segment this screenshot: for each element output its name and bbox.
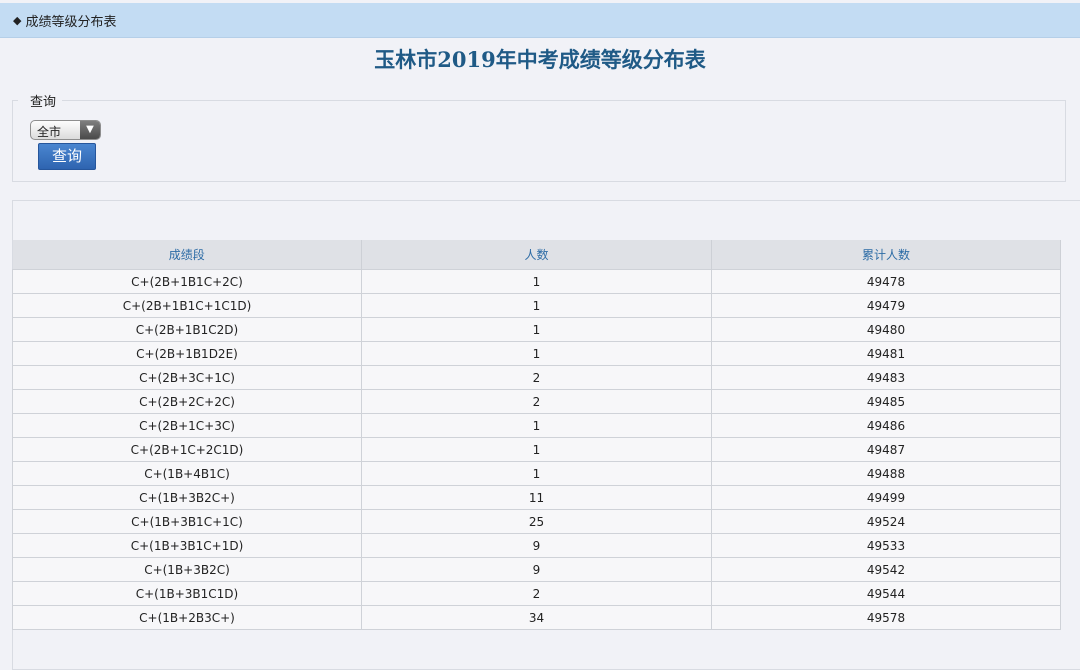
cell-count: 1 <box>361 437 712 462</box>
region-select[interactable]: 全市 ▼ <box>30 120 101 140</box>
cell-score-band: C+(2B+1B1C+1C1D) <box>12 293 362 318</box>
cell-count: 1 <box>361 461 712 486</box>
query-legend: 查询 <box>18 91 63 110</box>
cell-count: 9 <box>361 557 712 582</box>
cell-score-band: C+(2B+2C+2C) <box>12 389 362 414</box>
cell-count: 11 <box>361 485 712 510</box>
table-row: C+(2B+2C+2C) 2 49485 <box>12 389 1061 414</box>
table-row: C+(2B+1B1C+1C1D) 1 49479 <box>12 293 1061 318</box>
cell-score-band: C+(2B+3C+1C) <box>12 365 362 390</box>
chevron-down-icon[interactable]: ▼ <box>80 121 100 139</box>
cell-score-band: C+(1B+3B2C+) <box>12 485 362 510</box>
table-row: C+(1B+2B3C+) 34 49578 <box>12 605 1061 630</box>
cell-count: 9 <box>361 533 712 558</box>
cell-cumulative: 49544 <box>711 581 1061 606</box>
cell-count: 1 <box>361 341 712 366</box>
cell-score-band: C+(2B+1C+3C) <box>12 413 362 438</box>
column-header-score-band[interactable]: 成绩段 <box>12 240 362 270</box>
cell-count: 2 <box>361 389 712 414</box>
cell-cumulative: 49486 <box>711 413 1061 438</box>
cell-count: 34 <box>361 605 712 630</box>
cell-cumulative: 49488 <box>711 461 1061 486</box>
cell-cumulative: 49578 <box>711 605 1061 630</box>
column-header-cumulative[interactable]: 累计人数 <box>711 240 1061 270</box>
cell-score-band: C+(1B+2B3C+) <box>12 605 362 630</box>
cell-score-band: C+(1B+4B1C) <box>12 461 362 486</box>
cell-cumulative: 49487 <box>711 437 1061 462</box>
cell-count: 1 <box>361 269 712 294</box>
cell-cumulative: 49542 <box>711 557 1061 582</box>
cell-cumulative: 49533 <box>711 533 1061 558</box>
table-row: C+(2B+1B1C2D) 1 49480 <box>12 317 1061 342</box>
diamond-bullet-icon: ◆ <box>13 13 22 27</box>
table-row: C+(1B+3B2C+) 11 49499 <box>12 485 1061 510</box>
cell-score-band: C+(2B+1B1C+2C) <box>12 269 362 294</box>
table-row: C+(2B+1C+3C) 1 49486 <box>12 413 1061 438</box>
page-title: 玉林市2019年中考成绩等级分布表 <box>374 47 706 72</box>
cell-count: 25 <box>361 509 712 534</box>
breadcrumb: 成绩等级分布表 <box>25 14 117 30</box>
cell-cumulative: 49485 <box>711 389 1061 414</box>
table-row: C+(2B+1B1C+2C) 1 49478 <box>12 269 1061 294</box>
cell-score-band: C+(1B+3B2C) <box>12 557 362 582</box>
cell-cumulative: 49480 <box>711 317 1061 342</box>
table-row: C+(2B+3C+1C) 2 49483 <box>12 365 1061 390</box>
cell-score-band: C+(2B+1B1D2E) <box>12 341 362 366</box>
query-button[interactable]: 查询 <box>38 143 96 170</box>
cell-score-band: C+(2B+1B1C2D) <box>12 317 362 342</box>
cell-count: 1 <box>361 317 712 342</box>
table-row: C+(1B+3B1C+1C) 25 49524 <box>12 509 1061 534</box>
cell-count: 2 <box>361 365 712 390</box>
cell-cumulative: 49499 <box>711 485 1061 510</box>
cell-score-band: C+(1B+3B1C1D) <box>12 581 362 606</box>
cell-count: 1 <box>361 413 712 438</box>
table-row: C+(1B+4B1C) 1 49488 <box>12 461 1061 486</box>
grade-distribution-table: 成绩段 人数 累计人数 C+(2B+1B1C+2C) 1 49478 C+(2B+1B… <box>12 240 1061 630</box>
cell-score-band: C+(2B+1C+2C1D) <box>12 437 362 462</box>
column-header-count[interactable]: 人数 <box>361 240 712 270</box>
cell-cumulative: 49524 <box>711 509 1061 534</box>
cell-count: 1 <box>361 293 712 318</box>
cell-score-band: C+(1B+3B1C+1C) <box>12 509 362 534</box>
cell-score-band: C+(1B+3B1C+1D) <box>12 533 362 558</box>
cell-count: 2 <box>361 581 712 606</box>
cell-cumulative: 49483 <box>711 365 1061 390</box>
table-header-row: 成绩段 人数 累计人数 <box>12 240 1061 270</box>
cell-cumulative: 49478 <box>711 269 1061 294</box>
table-row: C+(2B+1B1D2E) 1 49481 <box>12 341 1061 366</box>
region-select-value: 全市 <box>37 125 62 139</box>
breadcrumb-bar: ◆ 成绩等级分布表 <box>0 3 1080 38</box>
table-row: C+(1B+3B1C1D) 2 49544 <box>12 581 1061 606</box>
cell-cumulative: 49479 <box>711 293 1061 318</box>
table-row: C+(1B+3B2C) 9 49542 <box>12 557 1061 582</box>
query-panel <box>12 100 1066 182</box>
table-row: C+(1B+3B1C+1D) 9 49533 <box>12 533 1061 558</box>
cell-cumulative: 49481 <box>711 341 1061 366</box>
table-row: C+(2B+1C+2C1D) 1 49487 <box>12 437 1061 462</box>
